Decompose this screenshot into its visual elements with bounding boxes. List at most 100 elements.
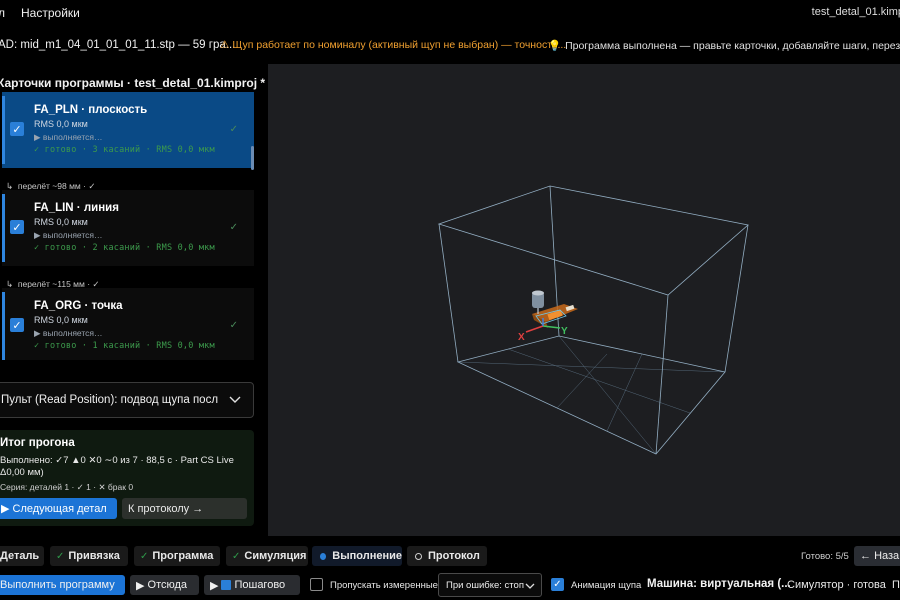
pendant-dropdown[interactable]: Пульт (Read Position): подвод щупа посл <box>0 382 254 418</box>
cards-panel-title: Карточки программы · test_detal_01.kimpr… <box>0 76 266 90</box>
probe-animation-label: Анимация щупа <box>571 580 642 591</box>
run-program-label: Выполнить программу <box>0 579 115 591</box>
summary-title: Итог прогона <box>0 437 75 449</box>
card-enabled-checkbox[interactable]: ✓ <box>10 122 24 136</box>
on-error-select[interactable]: При ошибке: стоп <box>438 573 542 597</box>
pending-step-icon <box>415 552 422 560</box>
toolbar-trailing-text: П <box>891 579 900 591</box>
next-part-button[interactable]: ▶ Следующая детал <box>0 498 117 519</box>
tab-part[interactable]: Деталь <box>0 546 44 566</box>
pendant-dropdown-value: Пульт (Read Position): подвод щупа посл <box>1 394 219 406</box>
tab-label: Деталь <box>0 550 40 562</box>
play-icon: ▶ <box>136 579 148 592</box>
warning-icon: ⚠ <box>220 39 230 51</box>
skip-measured-checkbox[interactable] <box>310 578 323 591</box>
play-icon: ▶ <box>1 503 13 515</box>
run-program-button[interactable]: Выполнить программу <box>0 575 125 595</box>
card-accent-bar <box>2 96 5 164</box>
program-hint: 💡 Программа выполнена — правьте карточки,… <box>548 39 900 52</box>
card-done-status: ✓ готово · 2 касаний · RMS 0,0 мкм <box>34 243 215 253</box>
card-enabled-checkbox[interactable]: ✓ <box>10 318 24 332</box>
to-protocol-label: К протоколу → <box>128 502 204 515</box>
step-icon <box>221 580 232 590</box>
card-done-text: готово · 3 касаний · RMS 0,0 мкм <box>44 145 215 155</box>
cad-file-status: AD: mid_m1_04_01_01_01_11.stp — 59 гра..… <box>0 39 236 51</box>
card-running-status: ▶ выполняется… <box>34 132 103 142</box>
on-error-value: При ошибке: стоп <box>446 579 524 591</box>
arrow-left-icon: ← <box>860 550 875 562</box>
tab-binding[interactable]: ✓ Привязка <box>50 546 128 566</box>
tab-label: Выполнение <box>332 550 402 562</box>
floor-grid <box>457 335 726 455</box>
card-enabled-checkbox[interactable]: ✓ <box>10 220 24 234</box>
machine-label: Машина: виртуальная (... <box>647 578 791 590</box>
card-accent-bar <box>2 194 5 262</box>
probe-warning: ⚠ Щуп работает по номиналу (активный щуп … <box>220 39 566 51</box>
step-mode-label: Пошагово <box>234 579 286 591</box>
next-part-label: Следующая детал <box>12 502 107 515</box>
tab-label: Привязка <box>68 550 120 562</box>
probe-animation-checkbox[interactable]: ✓ <box>551 578 564 591</box>
card-running-text: выполняется… <box>42 328 103 338</box>
program-card[interactable]: ✓ FA_ORG · точка RMS 0,0 мкм ▶ выполняет… <box>2 288 254 360</box>
status-bar: AD: mid_m1_04_01_01_01_11.stp — 59 гра..… <box>0 30 900 60</box>
check-icon: ✓ <box>56 550 65 562</box>
simulator-status: Симулятор · готова П <box>787 579 900 591</box>
bounding-box-wireframe <box>437 185 749 455</box>
card-check-icon: ✓ <box>229 320 238 331</box>
card-running-status: ▶ выполняется… <box>34 328 103 338</box>
3d-viewport[interactable]: X Y <box>268 64 900 536</box>
card-name: FA_ORG · точка <box>34 300 123 312</box>
window-title: test_detal_01.kimp <box>811 6 900 18</box>
tab-label: Симуляция <box>244 550 307 562</box>
tab-execution[interactable]: Выполнение <box>312 546 402 566</box>
tab-label: Протокол <box>428 550 480 562</box>
check-icon: ✓ <box>232 550 241 562</box>
program-cards-list[interactable]: ✓ FA_PLN · плоскость RMS 0,0 мкм ▶ выпол… <box>0 92 256 360</box>
back-button-label: Наза <box>874 550 900 562</box>
lightbulb-icon: 💡 <box>548 40 562 52</box>
card-done-status: ✓ готово · 1 касаний · RMS 0,0 мкм <box>34 341 215 351</box>
summary-series: Серия: деталей 1 · ✓ 1 · ✕ брак 0 <box>0 482 134 492</box>
menu-item-settings[interactable]: Настройки <box>21 6 80 20</box>
axis-gizmo: X Y <box>518 318 568 343</box>
tab-protocol[interactable]: Протокол <box>407 546 487 566</box>
card-done-text: готово · 1 касаний · RMS 0,0 мкм <box>44 341 215 351</box>
check-icon: ✓ <box>140 550 149 562</box>
menu-item-file[interactable]: л <box>0 6 5 20</box>
chevron-down-icon <box>229 396 241 403</box>
axis-y-label: Y <box>561 326 568 337</box>
cards-scrollbar[interactable] <box>251 146 254 170</box>
card-running-text: выполняется… <box>42 230 103 240</box>
summary-deviation: Δ0,00 мм) <box>0 467 44 478</box>
current-step-icon <box>320 552 327 560</box>
to-protocol-button[interactable]: К протоколу → <box>122 498 247 519</box>
card-name: FA_PLN · плоскость <box>34 104 148 116</box>
play-icon: ▶ <box>210 579 219 592</box>
card-check-icon: ✓ <box>229 222 238 233</box>
back-button[interactable]: ← Наза <box>854 546 900 566</box>
tab-simulation[interactable]: ✓ Симуляция <box>226 546 308 566</box>
card-check-icon: ✓ <box>229 124 238 135</box>
run-from-here-label: Отсюда <box>147 579 188 591</box>
probe-icon <box>532 290 544 314</box>
simulator-status-text: Симулятор · готова <box>787 579 886 591</box>
steps-done-count: Готово: 5/5 <box>801 551 849 562</box>
run-from-here-button[interactable]: ▶ Отсюда <box>130 575 199 595</box>
tab-label: Программа <box>152 550 214 562</box>
probe-warning-text: Щуп работает по номиналу (активный щуп н… <box>232 39 567 51</box>
card-rms: RMS 0,0 мкм <box>34 315 88 325</box>
summary-result: Выполнено: ✓7 ▲0 ✕0 ∼0 из 7 · 88,5 с · P… <box>0 455 234 466</box>
program-card[interactable]: ✓ FA_LIN · линия RMS 0,0 мкм ▶ выполняет… <box>2 190 254 266</box>
card-running-status: ▶ выполняется… <box>34 230 103 240</box>
menu-bar: л Настройки test_detal_01.kimp <box>0 0 900 26</box>
program-card[interactable]: ✓ FA_PLN · плоскость RMS 0,0 мкм ▶ выпол… <box>2 92 254 168</box>
viewport-scene[interactable]: X Y <box>268 64 900 536</box>
card-done-text: готово · 2 касаний · RMS 0,0 мкм <box>44 243 215 253</box>
card-done-status: ✓ готово · 3 касаний · RMS 0,0 мкм <box>34 145 215 155</box>
step-mode-button[interactable]: ▶ Пошагово <box>204 575 300 595</box>
card-rms: RMS 0,0 мкм <box>34 217 88 227</box>
tab-program[interactable]: ✓ Программа <box>134 546 220 566</box>
chevron-down-icon <box>525 583 535 589</box>
axis-x-label: X <box>518 332 525 343</box>
